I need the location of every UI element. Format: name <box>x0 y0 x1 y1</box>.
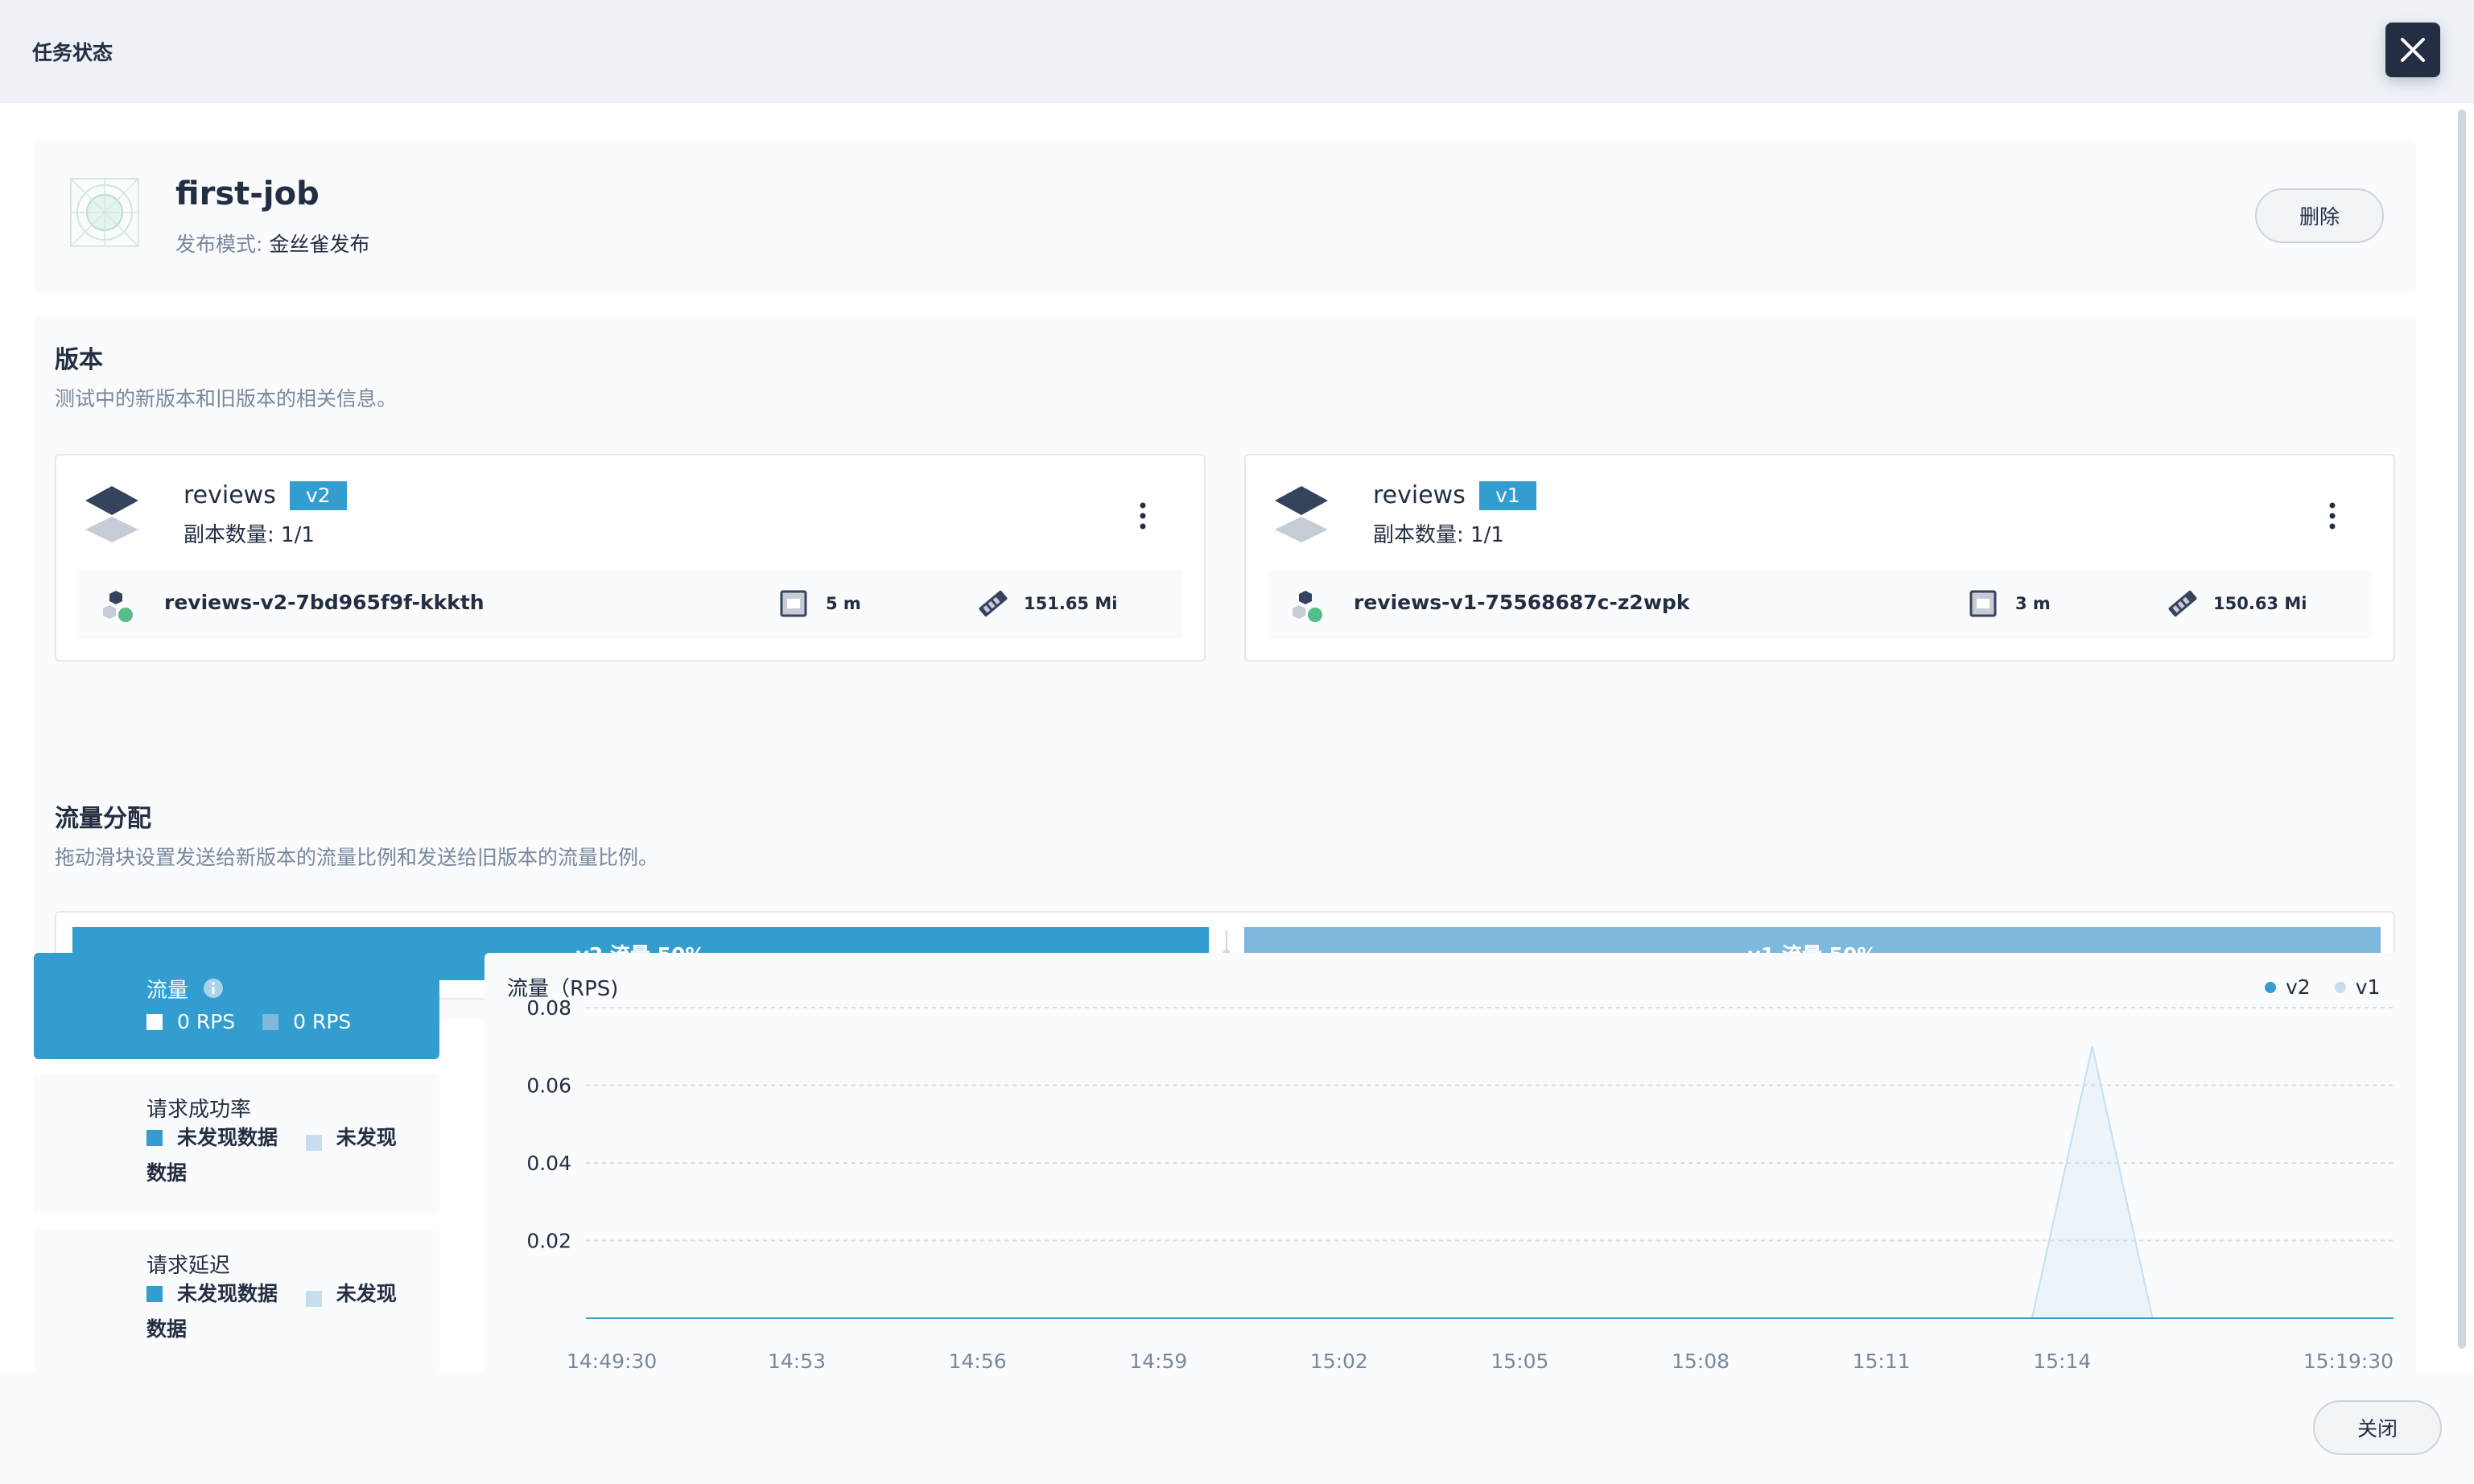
job-release-mode: 发布模式: 金丝雀发布 <box>175 229 369 258</box>
layers-icon <box>85 486 138 542</box>
pod-icon <box>1293 591 1322 622</box>
pod-row[interactable]: reviews-v1-75568687c-z2wpk 3 m 150.63 Mi <box>1268 570 2373 639</box>
modal-header: 任务状态 <box>0 0 2474 103</box>
versions-title: 版本 <box>55 346 103 374</box>
tab-title: 流量 <box>146 974 224 1004</box>
pod-memory-usage: 150.63 Mi <box>2213 594 2307 613</box>
legend-square-v1 <box>305 1291 322 1307</box>
y-tick-label: 0.08 <box>526 996 571 1020</box>
pod-cpu-usage: 5 m <box>826 594 861 613</box>
version-card-v1: reviews v1 副本数量: 1/1 reviews-v1-75568687… <box>1244 454 2395 662</box>
memory-icon <box>979 590 1008 617</box>
legend-square-v2 <box>146 1130 163 1146</box>
traffic-chart: 流量（RPS) v2 v1 0.08 0.06 0.04 0.02 14:49:30 14… <box>484 953 2416 1371</box>
version-name: reviews <box>183 481 276 509</box>
x-tick-label: 15:11 <box>1853 1350 1911 1371</box>
version-tag: v2 <box>290 481 347 510</box>
x-tick-label: 14:56 <box>949 1350 1007 1371</box>
job-icon <box>70 178 139 247</box>
more-icon[interactable] <box>1127 496 1159 536</box>
modal-title: 任务状态 <box>32 41 113 64</box>
legend-square-v1 <box>262 1014 279 1030</box>
legend-square-v1 <box>305 1135 322 1151</box>
version-card-v2: reviews v2 副本数量: 1/1 reviews-v2-7bd965f9… <box>55 454 1206 662</box>
replica-count: 副本数量: 1/1 <box>1373 523 1504 547</box>
layers-icon <box>1275 486 1328 542</box>
x-tick-label: 14:49:30 <box>567 1350 657 1371</box>
cpu-icon <box>780 590 807 617</box>
tab-values: 未发现数据 未发现 数据 <box>146 1282 397 1341</box>
tab-values: 未发现数据 未发现 数据 <box>146 1126 397 1185</box>
modal-footer: 关闭 <box>0 1371 2474 1484</box>
release-mode-label: 发布模式: <box>175 233 263 256</box>
memory-icon <box>2168 590 2197 617</box>
modal-body: first-job 发布模式: 金丝雀发布 删除 版本 测试中的新版本和旧版本的… <box>0 103 2474 1371</box>
traffic-description: 拖动滑块设置发送给新版本的流量比例和发送给旧版本的流量比例。 <box>55 846 659 869</box>
tab-values: 0 RPS 0 RPS <box>146 1004 351 1040</box>
traffic-title: 流量分配 <box>55 805 151 833</box>
version-tag: v1 <box>1479 481 1536 510</box>
pod-name: reviews-v1-75568687c-z2wpk <box>1354 591 1690 614</box>
tab-traffic[interactable]: 流量 0 RPS 0 RPS <box>34 953 439 1059</box>
release-mode-value: 金丝雀发布 <box>269 233 370 256</box>
tab-success-rate[interactable]: 请求成功率 未发现数据 未发现 数据 <box>34 1074 439 1215</box>
chart-plot: 0.08 0.06 0.04 0.02 14:49:30 14:53 14:56 14:59 1… <box>526 996 2394 1371</box>
replica-count: 副本数量: 1/1 <box>183 523 315 547</box>
pod-memory-usage: 151.65 Mi <box>1024 594 1118 613</box>
versions-description: 测试中的新版本和旧版本的相关信息。 <box>55 387 398 410</box>
close-modal-button[interactable] <box>2385 23 2440 77</box>
pod-row[interactable]: reviews-v2-7bd965f9f-kkkth 5 m 151.65 Mi <box>79 570 1183 639</box>
cpu-icon <box>1969 590 1997 617</box>
job-card: first-job 发布模式: 金丝雀发布 删除 <box>34 140 2416 293</box>
x-tick-label: 15:14 <box>2033 1350 2091 1371</box>
pod-cpu-usage: 3 m <box>2015 594 2051 613</box>
info-icon[interactable] <box>203 978 224 999</box>
close-icon <box>2401 38 2425 62</box>
tab-title: 请求延迟 <box>146 1254 231 1278</box>
versions-section: 版本 测试中的新版本和旧版本的相关信息。 reviews v2 副本数量: 1/… <box>34 315 2416 1019</box>
job-name: first-job <box>175 175 320 212</box>
delete-button[interactable]: 删除 <box>2255 188 2384 243</box>
x-tick-label: 15:08 <box>1672 1350 1730 1371</box>
legend-square-v2 <box>146 1014 163 1030</box>
x-tick-label: 15:19:30 <box>2303 1350 2394 1371</box>
tab-title: 请求成功率 <box>146 1098 252 1122</box>
x-tick-label: 15:02 <box>1310 1350 1368 1371</box>
close-button[interactable]: 关闭 <box>2313 1400 2442 1455</box>
scrollbar-thumb[interactable] <box>2458 109 2466 1349</box>
x-tick-label: 14:53 <box>768 1350 826 1371</box>
y-tick-label: 0.06 <box>526 1074 571 1098</box>
y-tick-label: 0.04 <box>526 1152 571 1175</box>
tab-latency[interactable]: 请求延迟 未发现数据 未发现 数据 <box>34 1230 439 1371</box>
legend-square-v2 <box>146 1286 163 1302</box>
more-icon[interactable] <box>2316 496 2348 536</box>
x-tick-label: 14:59 <box>1129 1350 1187 1371</box>
version-name: reviews <box>1373 481 1466 509</box>
pod-icon <box>103 591 133 622</box>
y-tick-label: 0.02 <box>526 1230 571 1253</box>
x-tick-label: 15:05 <box>1491 1350 1548 1371</box>
pod-name: reviews-v2-7bd965f9f-kkkth <box>164 591 484 614</box>
